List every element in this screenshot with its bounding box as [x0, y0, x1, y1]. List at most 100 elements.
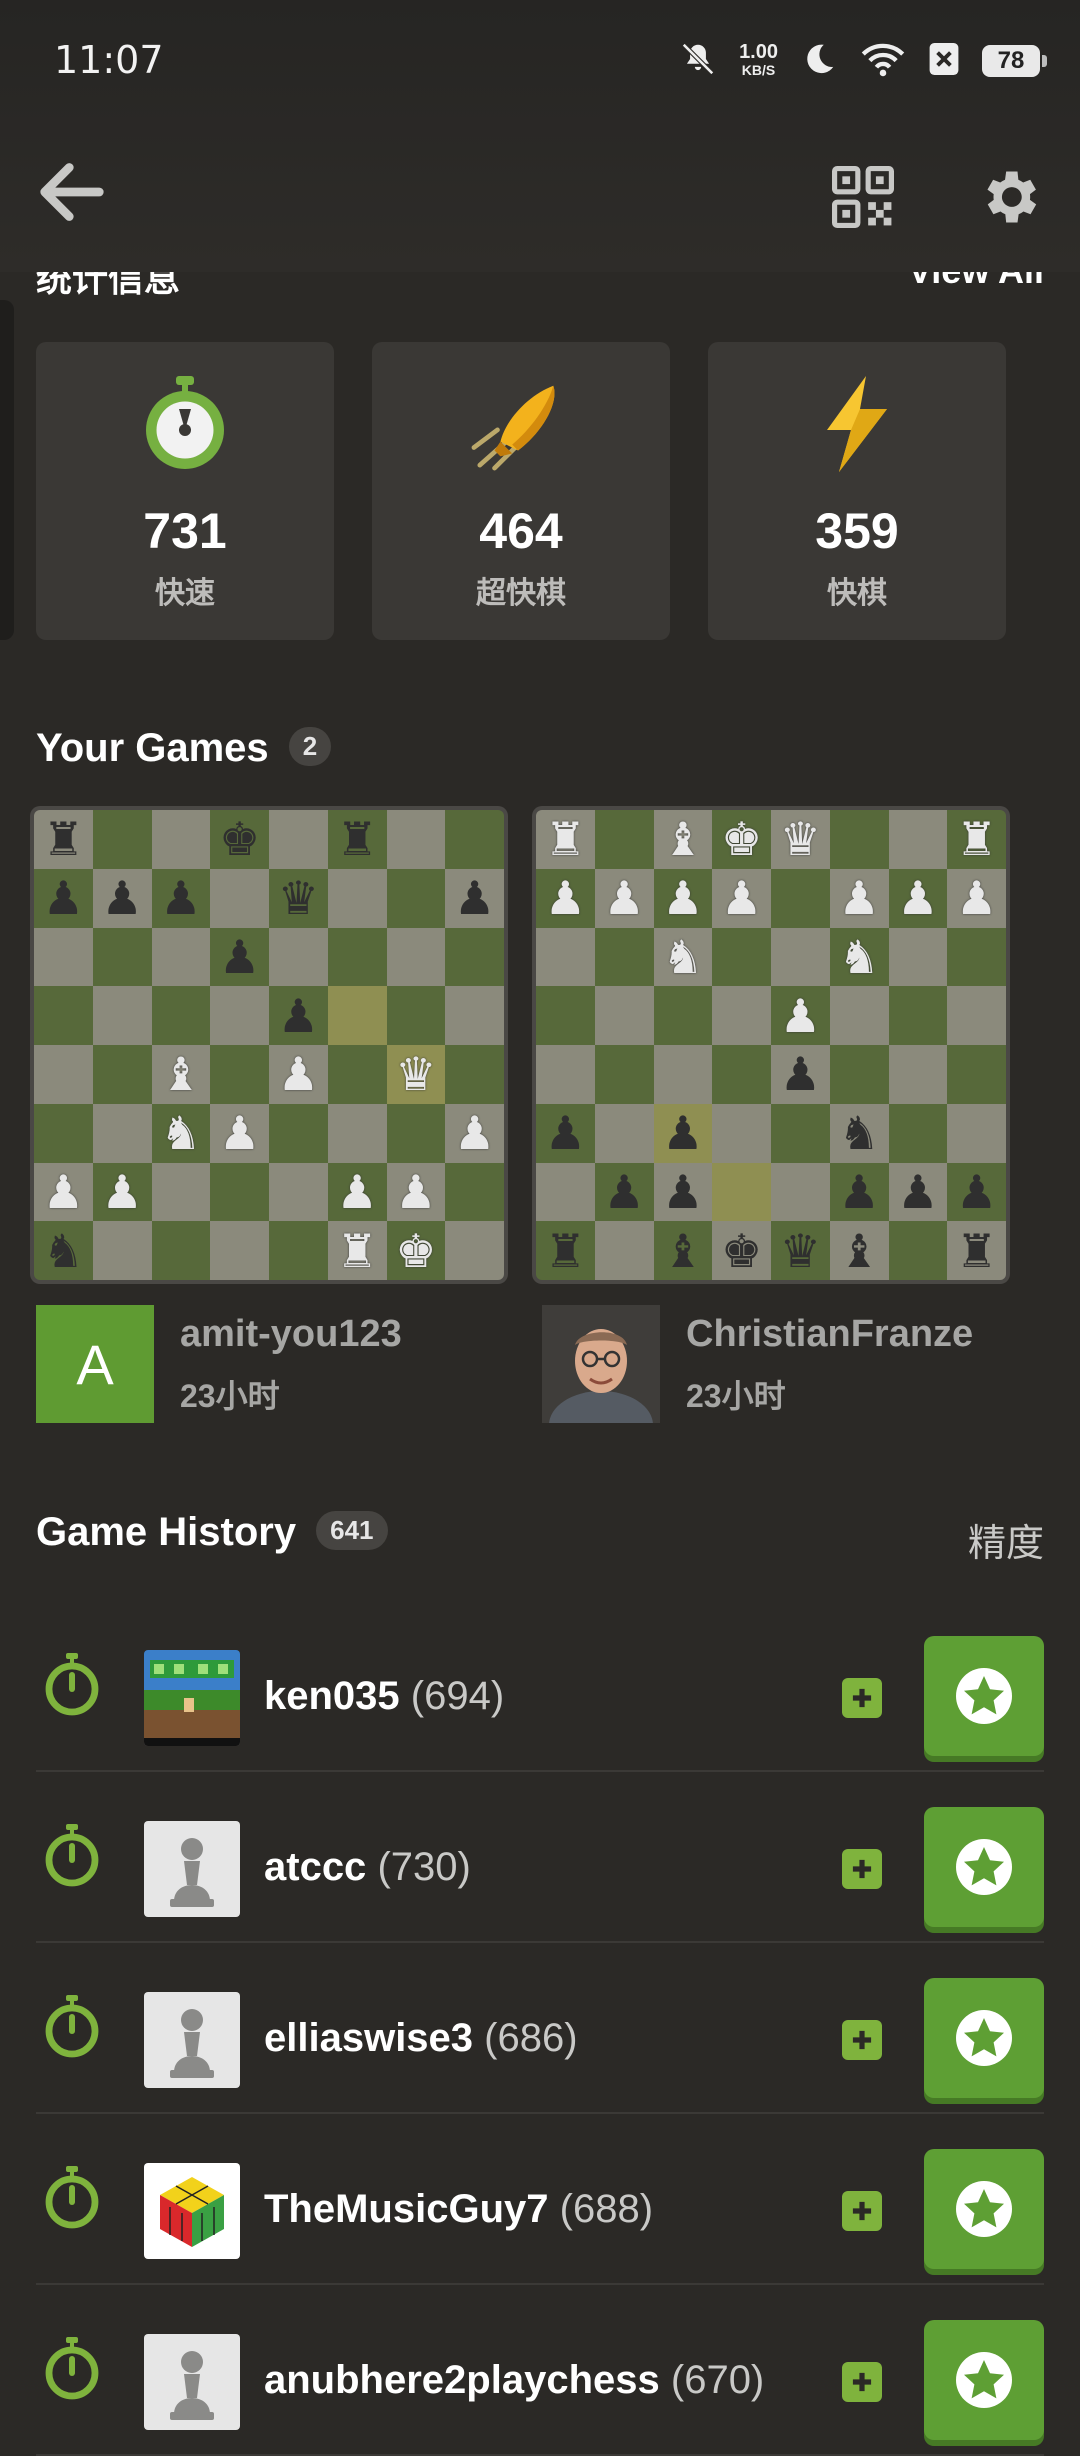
board-square: ♟ [445, 1103, 504, 1163]
stat-card-blitz[interactable]: 359 快棋 [708, 342, 1006, 640]
table-row[interactable]: ken035 (694) [36, 1600, 1044, 1772]
board-square [888, 927, 948, 987]
board-square: ♜ [536, 1221, 595, 1280]
accuracy-column-label[interactable]: 精度 [968, 1512, 1044, 1567]
board-square: ♟ [536, 868, 595, 928]
board-square: ♟ [829, 868, 889, 928]
white-piece-icon: ♟ [721, 871, 763, 926]
board-square [92, 1103, 152, 1163]
board-square [92, 927, 152, 987]
table-row[interactable]: TheMusicGuy7 (688) [36, 2113, 1044, 2285]
white-piece-icon: ♟ [42, 1164, 84, 1219]
board-square: ♟ [947, 1162, 1006, 1222]
player-name[interactable]: TheMusicGuy7 (688) [264, 2187, 653, 2232]
board-square: ♟ [92, 1162, 152, 1222]
game-1-player[interactable]: A amit-you123 23小时 [36, 1305, 496, 1423]
board-square [947, 986, 1006, 1045]
stat-card-bullet[interactable]: 464 超快棋 [372, 342, 670, 640]
player-rating: (670) [670, 2358, 765, 2402]
board-square [151, 986, 211, 1045]
black-piece-icon: ♟ [219, 929, 261, 984]
player-name[interactable]: atccc (730) [264, 1845, 471, 1890]
board-square: ♜ [947, 810, 1006, 869]
board-square [327, 868, 387, 928]
black-piece-icon: ♟ [662, 1106, 704, 1161]
game-history-title: Game History [36, 1510, 297, 1554]
rapid-clock-icon [42, 1823, 102, 1894]
avatar[interactable] [144, 2163, 240, 2259]
player-username: anubhere2playchess [264, 2358, 660, 2402]
game-2-player[interactable]: ChristianFranze 23小时 [542, 1305, 1042, 1423]
board-square [712, 986, 771, 1045]
bullet-icon [372, 376, 670, 472]
view-all-link[interactable]: View All [908, 272, 1044, 292]
review-game-button[interactable] [924, 1978, 1044, 2098]
avatar [542, 1305, 660, 1423]
player-name[interactable]: elliaswise3 (686) [264, 2016, 578, 2061]
board-square: ♟ [210, 927, 269, 987]
board-square: ♟ [269, 1045, 328, 1104]
board-square [386, 927, 446, 987]
board-square [594, 1045, 654, 1104]
board-square: ♞ [829, 927, 889, 987]
board-square [151, 927, 211, 987]
board-square [269, 1162, 328, 1222]
review-game-button[interactable] [924, 1807, 1044, 1927]
review-game-button[interactable] [924, 2149, 1044, 2269]
white-piece-icon: ♟ [956, 871, 998, 926]
board-square: ♚ [210, 810, 269, 869]
game-board-2[interactable]: ♜ ♝ ♚ ♛ ♜ ♟ ♟ ♟ ♟ ♟ ♟ ♟ ♞ ♞ ♟ ♟ ♟ ♟ ♞ ♟ ♟ ♟ ♟ ♟ ♜ ♝ ♚ ♛ ♝ ♜ [532, 806, 1010, 1284]
avatar[interactable] [144, 2334, 240, 2430]
avatar[interactable] [144, 1821, 240, 1917]
board-square [210, 986, 269, 1045]
board-square: ♟ [771, 1045, 830, 1104]
board-square: ♟ [34, 868, 93, 928]
board-square [445, 1045, 504, 1104]
board-square: ♟ [269, 986, 328, 1045]
white-piece-icon: ♛ [779, 812, 821, 867]
board-square [594, 810, 654, 869]
stat-card-rapid[interactable]: 731 快速 [36, 342, 334, 640]
board-square [829, 810, 889, 869]
net-speed-unit: KB/S [741, 62, 776, 78]
stat-bullet-value: 464 [479, 503, 563, 559]
black-piece-icon: ♛ [277, 871, 319, 926]
review-game-button[interactable] [924, 2320, 1044, 2440]
your-games-title: Your Games [36, 726, 269, 770]
player-name[interactable]: anubhere2playchess (670) [264, 2358, 764, 2403]
black-piece-icon: ♟ [454, 871, 496, 926]
board-square: ♟ [888, 868, 948, 928]
back-arrow-icon[interactable] [30, 150, 114, 234]
game-2-time: 23小时 [686, 1378, 786, 1414]
board-square [653, 1045, 713, 1104]
board-square: ♞ [829, 1103, 889, 1163]
board-square: ♜ [947, 1221, 1006, 1280]
board-square [92, 1045, 152, 1104]
net-speed-value: 1.00 [739, 41, 778, 63]
avatar[interactable] [144, 1992, 240, 2088]
review-game-button[interactable] [924, 1636, 1044, 1756]
board-square: ♟ [386, 1162, 446, 1222]
board-square [445, 810, 504, 869]
avatar[interactable] [144, 1650, 240, 1746]
board-square: ♟ [594, 868, 654, 928]
black-piece-icon: ♟ [662, 1164, 704, 1219]
board-square: ♜ [536, 810, 595, 869]
black-piece-icon: ♟ [544, 1106, 586, 1161]
gear-icon[interactable] [966, 154, 1052, 240]
qr-code-icon[interactable] [820, 154, 906, 240]
black-piece-icon: ♟ [42, 871, 84, 926]
plus-icon [842, 2362, 882, 2402]
black-piece-icon: ♜ [544, 1223, 586, 1278]
board-square: ♞ [34, 1221, 93, 1280]
table-row[interactable]: atccc (730) [36, 1771, 1044, 1943]
game-board-1[interactable]: ♜ ♚ ♜ ♟ ♟ ♟ ♛ ♟ ♟ ♟ ♝ ♟ ♛ ♞ ♟ ♟ ♟ ♟ ♟ ♟ ♞ ♜ ♚ [30, 806, 508, 1284]
player-name[interactable]: ken035 (694) [264, 1674, 504, 1719]
table-row[interactable]: anubhere2playchess (670) [36, 2284, 1044, 2456]
board-square [327, 1103, 387, 1163]
board-square: ♞ [151, 1103, 211, 1163]
moon-icon [800, 40, 838, 83]
board-square: ♟ [771, 986, 830, 1045]
black-piece-icon: ♟ [160, 871, 202, 926]
table-row[interactable]: elliaswise3 (686) [36, 1942, 1044, 2114]
